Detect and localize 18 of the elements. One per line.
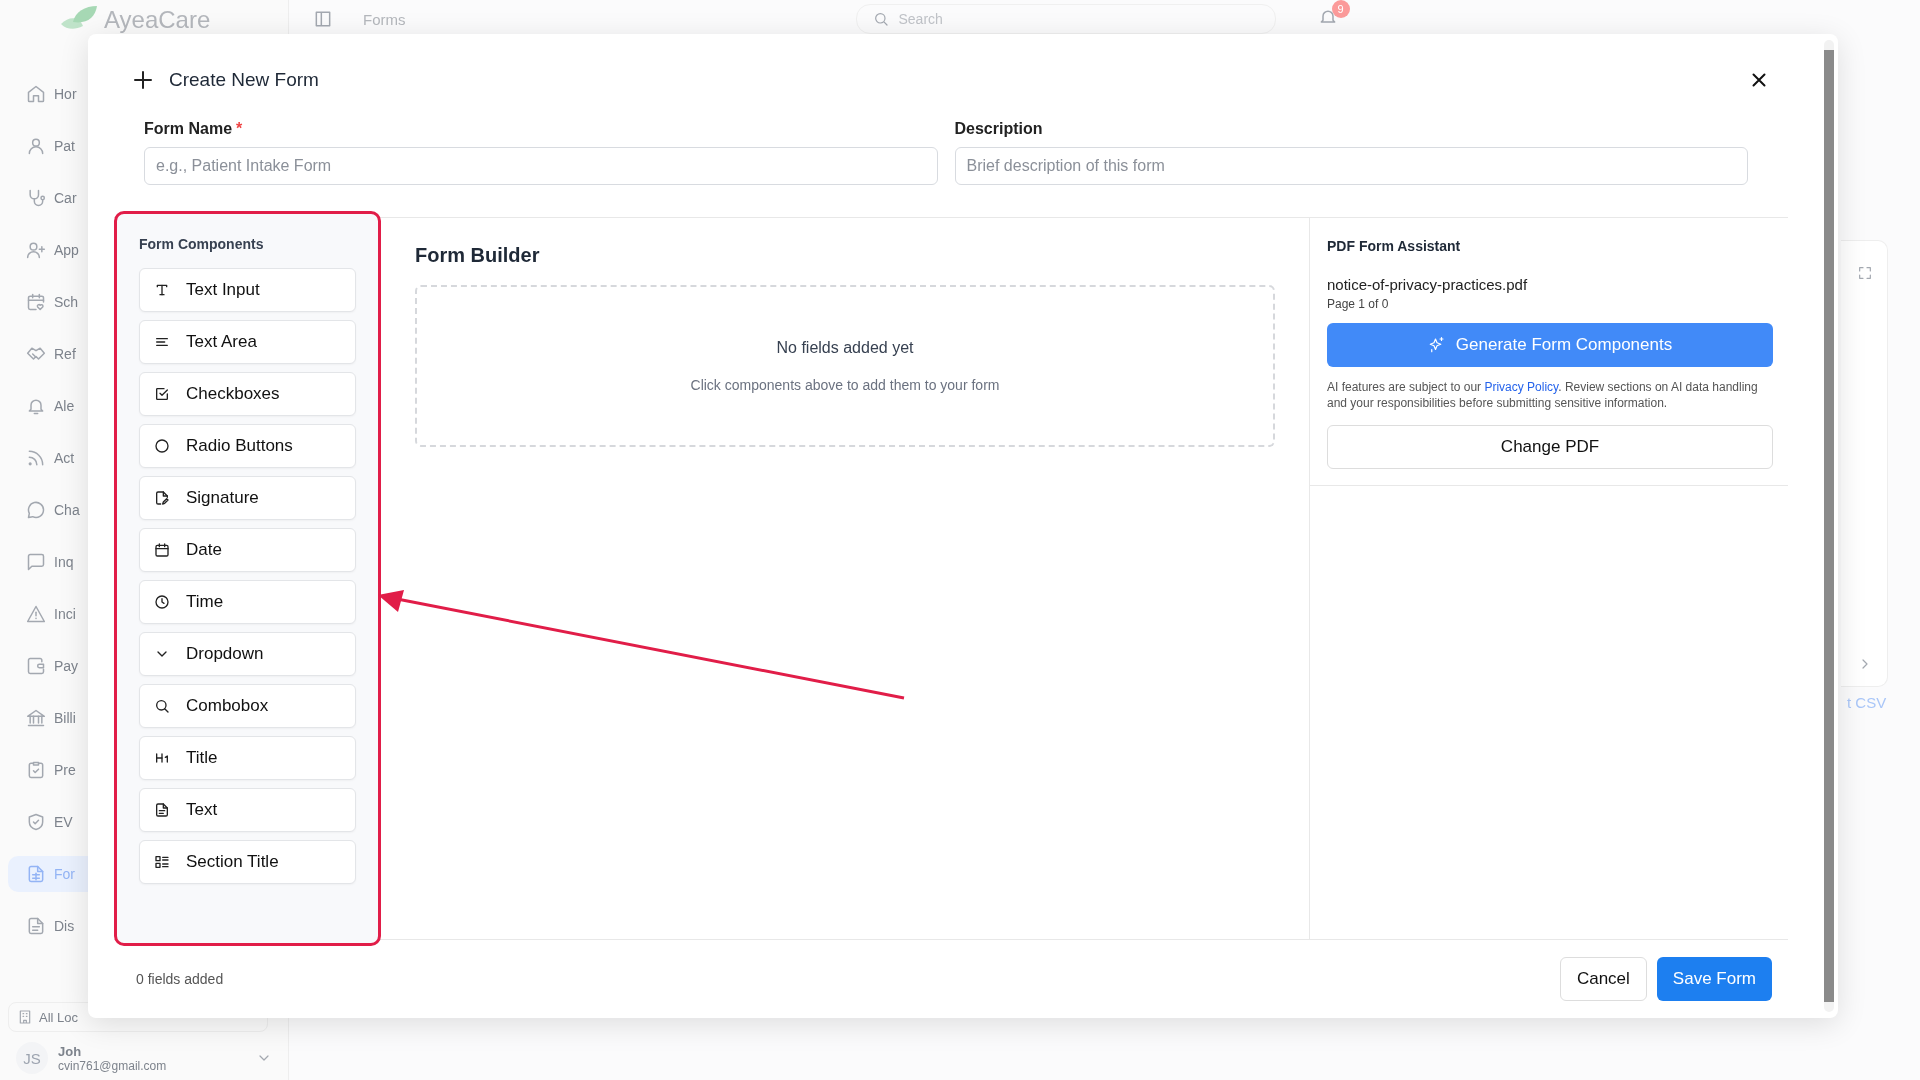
notification-badge: 9	[1331, 0, 1350, 18]
field-label: Form Name *	[144, 120, 244, 138]
empty-title: No fields added yet	[776, 339, 914, 357]
user-email: cvin761@gmail.com	[58, 1058, 167, 1073]
builder-title: Form Builder	[415, 244, 541, 267]
breadcrumb: Forms	[363, 10, 406, 28]
panel-title: Form Components	[139, 236, 265, 252]
field-label: Description	[954, 120, 1044, 138]
logo-text: AyeaCare	[104, 6, 211, 34]
dialog-title: Create New Form	[169, 69, 319, 91]
page-info: Page 1 of 0	[1327, 297, 1390, 311]
user-avatar: JS	[16, 1042, 48, 1074]
ai-notice: AI features are subject to our Privacy Policy. Review sections on AI data handling and your responsibilities before submitting sensitive information.	[1327, 379, 1759, 411]
panel-title: PDF Form Assistant	[1327, 238, 1462, 254]
fields-count: 0 fields added	[136, 971, 224, 987]
empty-hint: Click components above to add them to your form	[690, 377, 1000, 393]
file-name: notice-of-privacy-practices.pdf	[1327, 276, 1529, 293]
user-name: Joh	[58, 1043, 83, 1059]
